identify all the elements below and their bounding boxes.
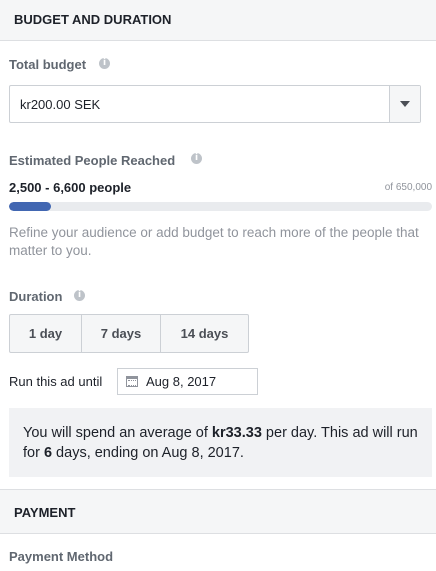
section-title: BUDGET AND DURATION: [14, 12, 172, 27]
reach-label: Estimated People Reached: [9, 153, 176, 168]
chevron-down-icon: [400, 101, 410, 107]
budget-dropdown-button[interactable]: [389, 86, 420, 122]
summary-text: You will spend an average of: [23, 425, 212, 441]
spend-summary: You will spend an average of kr33.33 per…: [9, 408, 432, 477]
section-title: PAYMENT: [14, 505, 76, 520]
reach-hint: Refine your audience or add budget to re…: [9, 225, 419, 258]
duration-14-days-button[interactable]: 14 days: [161, 315, 248, 352]
budget-value: kr200.00 SEK: [20, 97, 101, 112]
reach-range: 2,500 - 6,600 people: [9, 180, 132, 195]
total-budget-select[interactable]: kr200.00 SEK: [9, 85, 421, 123]
reach-total: of 650,000: [384, 182, 432, 193]
duration-options: 1 day 7 days 14 days: [9, 314, 249, 353]
reach-progress-fill: [9, 202, 52, 211]
duration-7-days-button[interactable]: 7 days: [82, 315, 161, 352]
run-until-label: Run this ad until: [9, 374, 103, 389]
calendar-icon: [126, 376, 138, 387]
budget-duration-header: BUDGET AND DURATION: [0, 0, 436, 41]
total-budget-label: Total budget: [9, 57, 87, 72]
end-date-field[interactable]: Aug 8, 2017: [117, 368, 258, 395]
info-icon[interactable]: i: [191, 153, 202, 164]
daily-amount: kr33.33: [211, 425, 262, 441]
duration-label: Duration: [9, 289, 63, 304]
payment-method-label: Payment Method: [9, 549, 114, 564]
summary-text: days, ending on Aug 8, 2017.: [52, 445, 244, 461]
reach-progress-bar: [9, 202, 432, 211]
end-date-value: Aug 8, 2017: [146, 374, 217, 389]
run-days: 6: [43, 445, 53, 461]
payment-header: PAYMENT: [0, 489, 436, 534]
info-icon[interactable]: i: [74, 290, 85, 301]
duration-1-day-button[interactable]: 1 day: [10, 315, 82, 352]
info-icon[interactable]: i: [99, 58, 110, 69]
